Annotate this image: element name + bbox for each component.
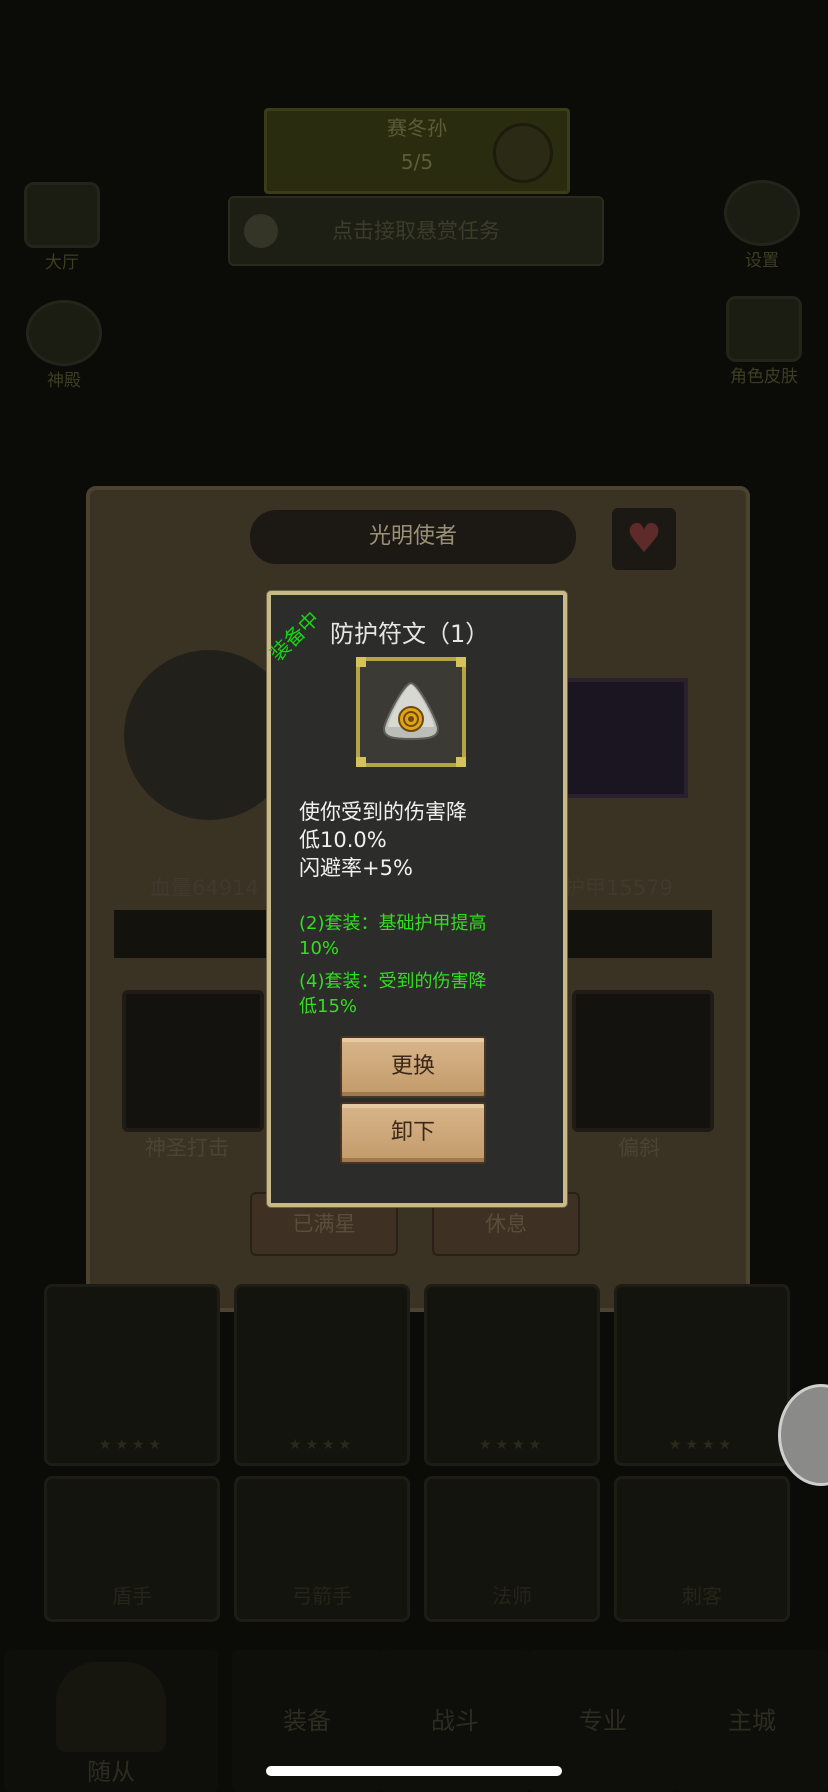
temple-button[interactable]: 神殿 xyxy=(24,300,104,391)
set-bonus-4-line-2: 低15% xyxy=(299,996,358,1017)
hero-stars: ★★★★ xyxy=(668,1437,736,1453)
hammer-icon[interactable] xyxy=(564,678,688,798)
bounty-bar[interactable]: 点击接取悬赏任务 xyxy=(228,196,604,266)
set-bonus-2-line-1: (2)套装：基础护甲提高 xyxy=(299,913,487,934)
set-bonus-2: (2)套装：基础护甲提高 10% xyxy=(299,911,539,961)
desc-line-3: 闪避率+5% xyxy=(299,856,413,880)
class-card[interactable]: 刺客 xyxy=(614,1476,790,1622)
replace-button[interactable]: 更换 xyxy=(340,1036,486,1098)
item-description: 使你受到的伤害降 低10.0% 闪避率+5% xyxy=(299,798,539,882)
set-bonus-2-line-2: 10% xyxy=(299,938,340,959)
class-card[interactable]: 弓箭手 xyxy=(234,1476,410,1622)
desc-line-1: 使你受到的伤害降 xyxy=(299,800,467,824)
hero-card[interactable]: ★★★★ xyxy=(424,1284,600,1466)
favorite-heart-icon[interactable]: ♥ xyxy=(612,508,676,570)
tab-main-city[interactable]: 主城 xyxy=(676,1650,828,1792)
skin-icon xyxy=(726,296,802,362)
set-bonus-4: (4)套装：受到的伤害降 低15% xyxy=(299,969,539,1019)
temple-icon xyxy=(26,300,102,366)
hero-name: 光明使者 xyxy=(250,510,576,564)
skin-label: 角色皮肤 xyxy=(730,367,798,387)
hero-stars: ★★★★ xyxy=(98,1437,166,1453)
class-label: 刺客 xyxy=(682,1584,722,1608)
class-card[interactable]: 盾手 xyxy=(44,1476,220,1622)
hero-card[interactable]: ★★★★ xyxy=(234,1284,410,1466)
temple-label: 神殿 xyxy=(47,371,81,391)
set-bonus-4-line-1: (4)套装：受到的伤害降 xyxy=(299,971,487,992)
top-task-banner[interactable]: 赛冬孙 5/5 xyxy=(264,108,570,194)
coin-icon xyxy=(493,123,553,183)
desc-line-2: 低10.0% xyxy=(299,828,387,852)
gear-icon xyxy=(724,180,800,246)
class-card[interactable]: 法师 xyxy=(424,1476,600,1622)
class-label: 弓箭手 xyxy=(292,1584,352,1608)
bounty-text: 点击接取悬赏任务 xyxy=(332,219,500,243)
item-title: 防护符文（1） xyxy=(330,620,490,648)
hero-card[interactable]: ★★★★ xyxy=(614,1284,790,1466)
class-label: 法师 xyxy=(492,1584,532,1608)
holy-strike-skill-icon[interactable] xyxy=(122,990,264,1132)
hero-stars: ★★★★ xyxy=(478,1437,546,1453)
hall-icon xyxy=(24,182,100,248)
hall-label: 大厅 xyxy=(45,253,79,273)
skin-button[interactable]: 角色皮肤 xyxy=(716,296,812,387)
tab-followers-label: 随从 xyxy=(87,1758,135,1786)
stat-bar-left xyxy=(114,910,270,958)
hall-button[interactable]: 大厅 xyxy=(22,182,102,273)
bounty-icon xyxy=(244,214,278,248)
armor-stat: 护甲15579 xyxy=(564,876,673,900)
skill-label-deflect: 偏斜 xyxy=(618,1136,660,1160)
hp-stat: 血量64914 xyxy=(150,876,259,900)
stat-bar-right xyxy=(556,910,712,958)
deflect-skill-icon[interactable] xyxy=(572,990,714,1132)
class-label: 盾手 xyxy=(112,1584,152,1608)
protection-rune-icon xyxy=(382,681,440,741)
unequip-button[interactable]: 卸下 xyxy=(340,1102,486,1164)
skill-label-holy-strike: 神圣打击 xyxy=(145,1136,229,1160)
home-indicator[interactable] xyxy=(266,1766,562,1776)
item-frame xyxy=(356,657,466,767)
settings-label: 设置 xyxy=(745,251,779,271)
tab-followers[interactable]: 随从 xyxy=(4,1650,218,1792)
hero-card[interactable]: ★★★★ xyxy=(44,1284,220,1466)
hero-stars: ★★★★ xyxy=(288,1437,356,1453)
settings-button[interactable]: 设置 xyxy=(722,180,802,271)
helmet-icon xyxy=(56,1662,166,1752)
